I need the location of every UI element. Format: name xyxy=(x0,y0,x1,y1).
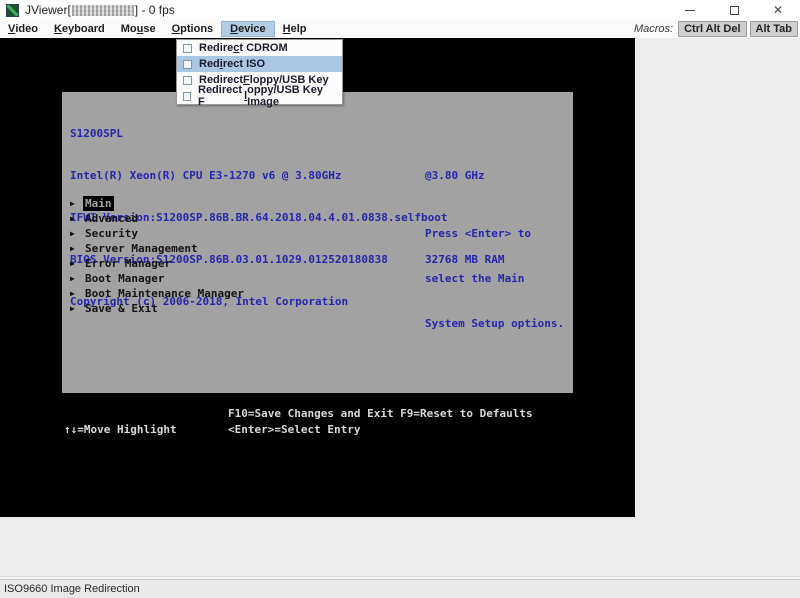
menu-arrow-icon: ▶ xyxy=(70,301,83,316)
close-button[interactable]: ✕ xyxy=(756,0,800,20)
redacted-host-address xyxy=(72,5,134,16)
hotkey-move-highlight: ↑↓=Move Highlight xyxy=(64,423,177,436)
checkbox-icon xyxy=(183,76,192,85)
menu-bar: Video Keyboard Mouse Options Device Help… xyxy=(0,20,800,38)
status-bar: ISO9660 Image Redirection xyxy=(0,579,800,598)
menu-item-redirect-cdrom[interactable]: Redirect CDROM xyxy=(177,40,342,56)
menu-item-redirect-floppy-usb-key-image[interactable]: Redirect Floppy/USB Key Image xyxy=(177,88,342,104)
hotkey-select-entry: <Enter>=Select Entry xyxy=(228,423,360,436)
ctrl-alt-del-button[interactable]: Ctrl Alt Del xyxy=(678,21,746,37)
bios-menu-item-security[interactable]: ▶Security xyxy=(70,226,246,241)
menu-arrow-icon: ▶ xyxy=(70,226,83,241)
maximize-button[interactable] xyxy=(712,0,756,20)
bios-menu-item-server-management[interactable]: ▶Server Management xyxy=(70,241,246,256)
window-title-suffix: ] - 0 fps xyxy=(135,3,175,17)
menu-arrow-icon: ▶ xyxy=(70,211,83,226)
bios-setup-screen: S1200SPL Intel(R) Xeon(R) CPU E3-1270 v6… xyxy=(62,92,573,393)
menu-device[interactable]: Device xyxy=(221,21,274,37)
bios-menu: ▶Main ▶Advanced ▶Security ▶Server Manage… xyxy=(70,196,246,316)
maximize-icon xyxy=(730,6,739,15)
menu-mouse[interactable]: Mouse xyxy=(113,21,164,37)
menu-help[interactable]: Help xyxy=(275,21,315,37)
menu-arrow-icon: ▶ xyxy=(70,241,83,256)
menu-arrow-icon: ▶ xyxy=(70,271,83,286)
bios-menu-item-error-manager[interactable]: ▶Error Manager xyxy=(70,256,246,271)
device-dropdown-menu: Redirect CDROM Redirect ISO Redirect Flo… xyxy=(176,39,343,105)
bios-menu-item-boot-maintenance-manager[interactable]: ▶Boot Maintenance Manager xyxy=(70,286,246,301)
checkbox-icon xyxy=(183,60,192,69)
bios-menu-item-save-exit[interactable]: ▶Save & Exit xyxy=(70,301,246,316)
minimize-icon xyxy=(685,10,695,11)
minimize-button[interactable] xyxy=(668,0,712,20)
window-controls: ✕ xyxy=(668,0,800,20)
bios-cpu-speed: @3.80 GHz xyxy=(425,168,485,184)
status-text: ISO9660 Image Redirection xyxy=(4,583,140,595)
window-title-prefix: JViewer[ xyxy=(25,3,71,17)
bios-help-text: Press <Enter> to select the Main System … xyxy=(425,196,564,361)
close-icon: ✕ xyxy=(773,3,783,17)
alt-tab-button[interactable]: Alt Tab xyxy=(750,21,798,37)
menu-item-redirect-iso[interactable]: Redirect ISO xyxy=(177,56,342,72)
window-title: JViewer[ ] - 0 fps xyxy=(25,3,175,17)
macros-area: Macros: Ctrl Alt Del Alt Tab xyxy=(634,21,800,37)
menu-video[interactable]: Video xyxy=(0,21,46,37)
bios-menu-item-advanced[interactable]: ▶Advanced xyxy=(70,211,246,226)
kvm-remote-screen[interactable]: S1200SPL Intel(R) Xeon(R) CPU E3-1270 v6… xyxy=(0,38,635,517)
bios-menu-item-boot-manager[interactable]: ▶Boot Manager xyxy=(70,271,246,286)
title-bar: JViewer[ ] - 0 fps ✕ xyxy=(0,0,800,20)
checkbox-icon xyxy=(183,92,191,101)
bios-cpu-line: Intel(R) Xeon(R) CPU E3-1270 v6 @ 3.80GH… xyxy=(70,168,448,184)
bios-board-line: S1200SPL xyxy=(70,126,448,142)
menu-options[interactable]: Options xyxy=(164,21,222,37)
menu-keyboard[interactable]: Keyboard xyxy=(46,21,113,37)
app-icon xyxy=(6,4,19,17)
menu-arrow-icon: ▶ xyxy=(70,196,83,211)
macros-label: Macros: xyxy=(634,23,673,35)
menu-arrow-icon: ▶ xyxy=(70,256,83,271)
menu-arrow-icon: ▶ xyxy=(70,286,83,301)
bios-menu-item-main[interactable]: ▶Main xyxy=(70,196,246,211)
checkbox-icon xyxy=(183,44,192,53)
hotkey-save-reset: F10=Save Changes and Exit F9=Reset to De… xyxy=(228,407,533,420)
